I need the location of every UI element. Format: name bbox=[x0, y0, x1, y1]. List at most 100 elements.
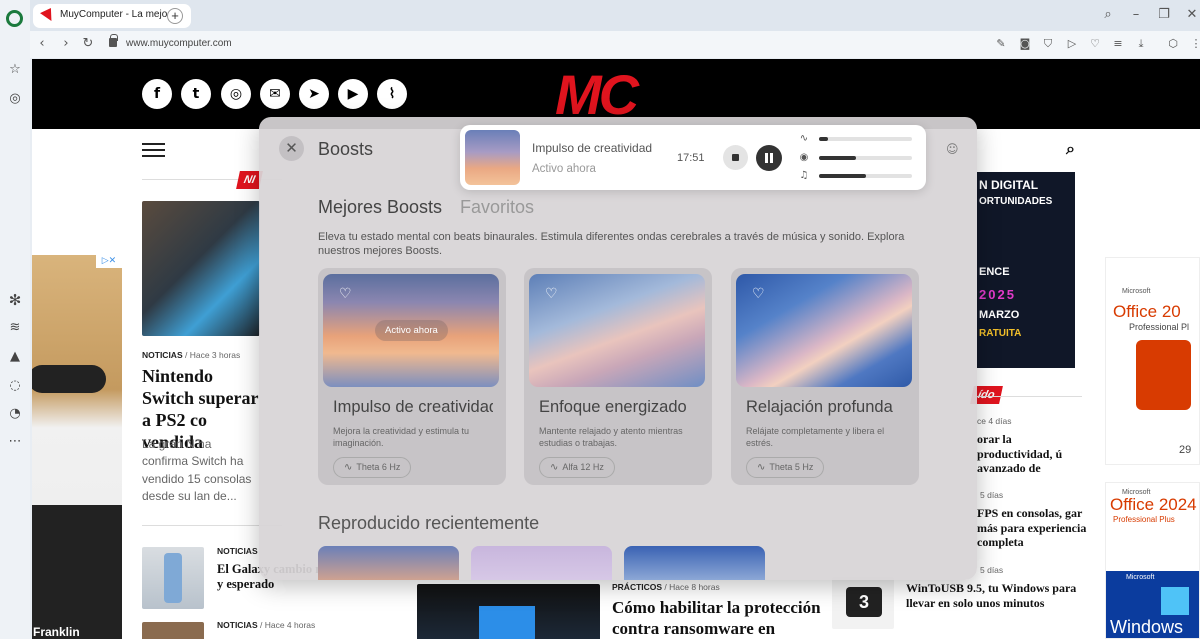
restore-icon[interactable]: ❐ bbox=[1156, 7, 1172, 23]
tab-favorites[interactable]: Favoritos bbox=[460, 197, 534, 218]
card-image: ♡ bbox=[736, 274, 912, 387]
opera-logo-icon[interactable] bbox=[6, 10, 23, 27]
more-icon[interactable]: ⋯ bbox=[7, 434, 23, 450]
wave-icon: ∿ bbox=[550, 462, 559, 473]
bottom-news-headline[interactable]: Cómo habilitar la protección contra rans… bbox=[612, 598, 822, 639]
minimize-icon[interactable]: – bbox=[1128, 7, 1144, 23]
heart-icon[interactable]: ♡ bbox=[545, 286, 558, 302]
music-volume-slider[interactable] bbox=[819, 174, 912, 178]
active-now-badge: Activo ahora bbox=[375, 320, 448, 341]
instagram-icon[interactable]: ◎ bbox=[221, 79, 251, 109]
wave-icon: ∿ bbox=[344, 462, 353, 473]
stop-icon[interactable] bbox=[723, 145, 748, 170]
twitter-icon[interactable]: t bbox=[181, 79, 211, 109]
office-sub: Professional Pl bbox=[1129, 322, 1190, 332]
windows-title: Windows bbox=[1110, 617, 1184, 637]
speed-dial-icon[interactable]: ☆ bbox=[7, 62, 23, 78]
reload-icon[interactable]: ↻ bbox=[80, 36, 96, 52]
right-news-meta: ce 4 días bbox=[977, 416, 1012, 426]
player-title: Impulso de creatividad bbox=[532, 141, 652, 155]
send-icon[interactable]: ▷ bbox=[1065, 37, 1079, 51]
right-news-meta: 5 días bbox=[980, 565, 1004, 575]
back-icon[interactable]: ‹ bbox=[34, 36, 50, 52]
binaural-wave-icon: ∿ bbox=[799, 133, 809, 144]
card-title: Relajación profunda bbox=[746, 398, 893, 416]
galaxy-photo[interactable] bbox=[142, 547, 204, 609]
pinboard-icon[interactable]: ▲ bbox=[7, 349, 23, 365]
office-ad-2[interactable]: Microsoft Office 2024 Professional Plus … bbox=[1105, 482, 1200, 639]
digital-event-ad[interactable]: N DIGITAL ORTUNIDADES ENCE 2025 MARZO RA… bbox=[977, 172, 1075, 368]
whatsapp-icon[interactable]: ◔ bbox=[7, 406, 23, 422]
pause-icon[interactable] bbox=[756, 145, 782, 171]
forward-icon[interactable]: › bbox=[58, 36, 74, 52]
small-news-photo[interactable] bbox=[142, 622, 204, 639]
recent-item[interactable] bbox=[624, 546, 765, 580]
ambient-icon: ◉ bbox=[799, 152, 809, 163]
youtube-icon[interactable]: ▶ bbox=[338, 79, 368, 109]
right-news-headline[interactable]: FPS en consolas, gar más para experienci… bbox=[977, 506, 1089, 550]
email-icon[interactable]: ✉ bbox=[260, 79, 290, 109]
camera-icon[interactable]: ◙ bbox=[1018, 37, 1032, 51]
wintousb-photo[interactable]: 3 bbox=[832, 577, 894, 629]
card-title: Impulso de creatividad bbox=[333, 398, 493, 416]
divider bbox=[977, 396, 1082, 397]
featured-excerpt: La gran N ha confirma Switch ha vendido … bbox=[142, 437, 252, 504]
heart-icon[interactable]: ♡ bbox=[752, 286, 765, 302]
aria-icon[interactable]: ◎ bbox=[7, 91, 23, 107]
usb-shape: 3 bbox=[846, 587, 882, 617]
ransomware-photo[interactable] bbox=[417, 584, 600, 639]
recent-item[interactable] bbox=[318, 546, 459, 580]
recent-item[interactable] bbox=[471, 546, 612, 580]
binaural-volume-slider[interactable] bbox=[819, 137, 912, 141]
overflow-icon[interactable]: ⋮ bbox=[1189, 37, 1200, 51]
tab-best-boosts[interactable]: Mejores Boosts bbox=[318, 197, 442, 218]
phone-shape bbox=[164, 553, 182, 603]
menu-icon[interactable]: ≡ bbox=[1111, 37, 1125, 51]
left-ad-text: Franklin bbox=[33, 625, 80, 639]
url-field[interactable]: www.muycomputer.com bbox=[126, 38, 232, 49]
windows-brand: Microsoft bbox=[1126, 574, 1155, 581]
new-tab-button[interactable]: + bbox=[167, 8, 183, 24]
ad-line: RATUITA bbox=[979, 328, 1022, 339]
site-menu-icon[interactable] bbox=[142, 143, 165, 157]
heart-icon[interactable]: ♡ bbox=[339, 286, 352, 302]
adchoices-icon[interactable]: ▷✕ bbox=[96, 255, 122, 268]
boost-card-relaxation[interactable]: ♡ Relajación profunda Relájate completam… bbox=[731, 268, 919, 485]
office-ad-1[interactable]: Microsoft Office 20 Professional Pl 29 bbox=[1105, 257, 1200, 465]
right-news-headline[interactable]: orar la productividad, ú avanzado de bbox=[977, 432, 1087, 476]
extensions-icon[interactable]: ⬡ bbox=[1166, 37, 1180, 51]
close-icon[interactable]: ✕ bbox=[279, 136, 304, 161]
shield-icon[interactable]: ⛉ bbox=[1041, 37, 1055, 51]
messenger-icon[interactable]: ◌ bbox=[7, 378, 23, 394]
rss-icon[interactable]: ⌇ bbox=[377, 79, 407, 109]
left-ad[interactable]: Franklin ▷✕ bbox=[32, 255, 122, 639]
ad-line: ENCE bbox=[979, 266, 1010, 278]
slider-fill bbox=[819, 137, 829, 141]
emoji-icon[interactable]: ☺ bbox=[946, 142, 959, 156]
office-brand: Microsoft bbox=[1122, 288, 1151, 295]
lock-icon bbox=[109, 34, 118, 47]
facebook-icon[interactable]: f bbox=[142, 79, 172, 109]
card-image: ♡ Activo ahora bbox=[323, 274, 499, 387]
recent-section-title: Reproducido recientemente bbox=[318, 513, 540, 533]
windows-ad: Microsoft Windows bbox=[1106, 571, 1199, 638]
telegram-icon[interactable]: ➤ bbox=[299, 79, 329, 109]
close-window-icon[interactable]: ✕ bbox=[1184, 7, 1200, 23]
download-icon[interactable]: ⤓ bbox=[1134, 37, 1148, 51]
ad-line: MARZO bbox=[979, 309, 1020, 321]
heart-icon[interactable]: ♡ bbox=[1088, 37, 1102, 51]
ambient-volume-slider[interactable] bbox=[819, 156, 912, 160]
opera-boosts-icon[interactable]: ✻ bbox=[7, 292, 23, 308]
windows-logo-icon bbox=[1161, 587, 1189, 615]
site-search-icon[interactable]: ⌕ bbox=[1066, 139, 1075, 159]
music-note-icon: ♫ bbox=[799, 170, 809, 181]
featured-photo[interactable] bbox=[142, 201, 260, 336]
slider-fill bbox=[819, 174, 866, 178]
boost-card-focus[interactable]: ♡ Enfoque energizado Mantente relajado y… bbox=[524, 268, 712, 485]
boost-card-creativity[interactable]: ♡ Activo ahora Impulso de creatividad Me… bbox=[318, 268, 506, 485]
search-tabs-icon[interactable]: ⌕ bbox=[1100, 7, 1116, 23]
music-player-icon[interactable]: ≋ bbox=[7, 320, 23, 336]
player-artwork[interactable] bbox=[465, 130, 520, 185]
right-news-headline[interactable]: WinToUSB 9.5, tu Windows para llevar en … bbox=[906, 581, 1086, 610]
edit-icon[interactable]: ✎ bbox=[994, 37, 1008, 51]
